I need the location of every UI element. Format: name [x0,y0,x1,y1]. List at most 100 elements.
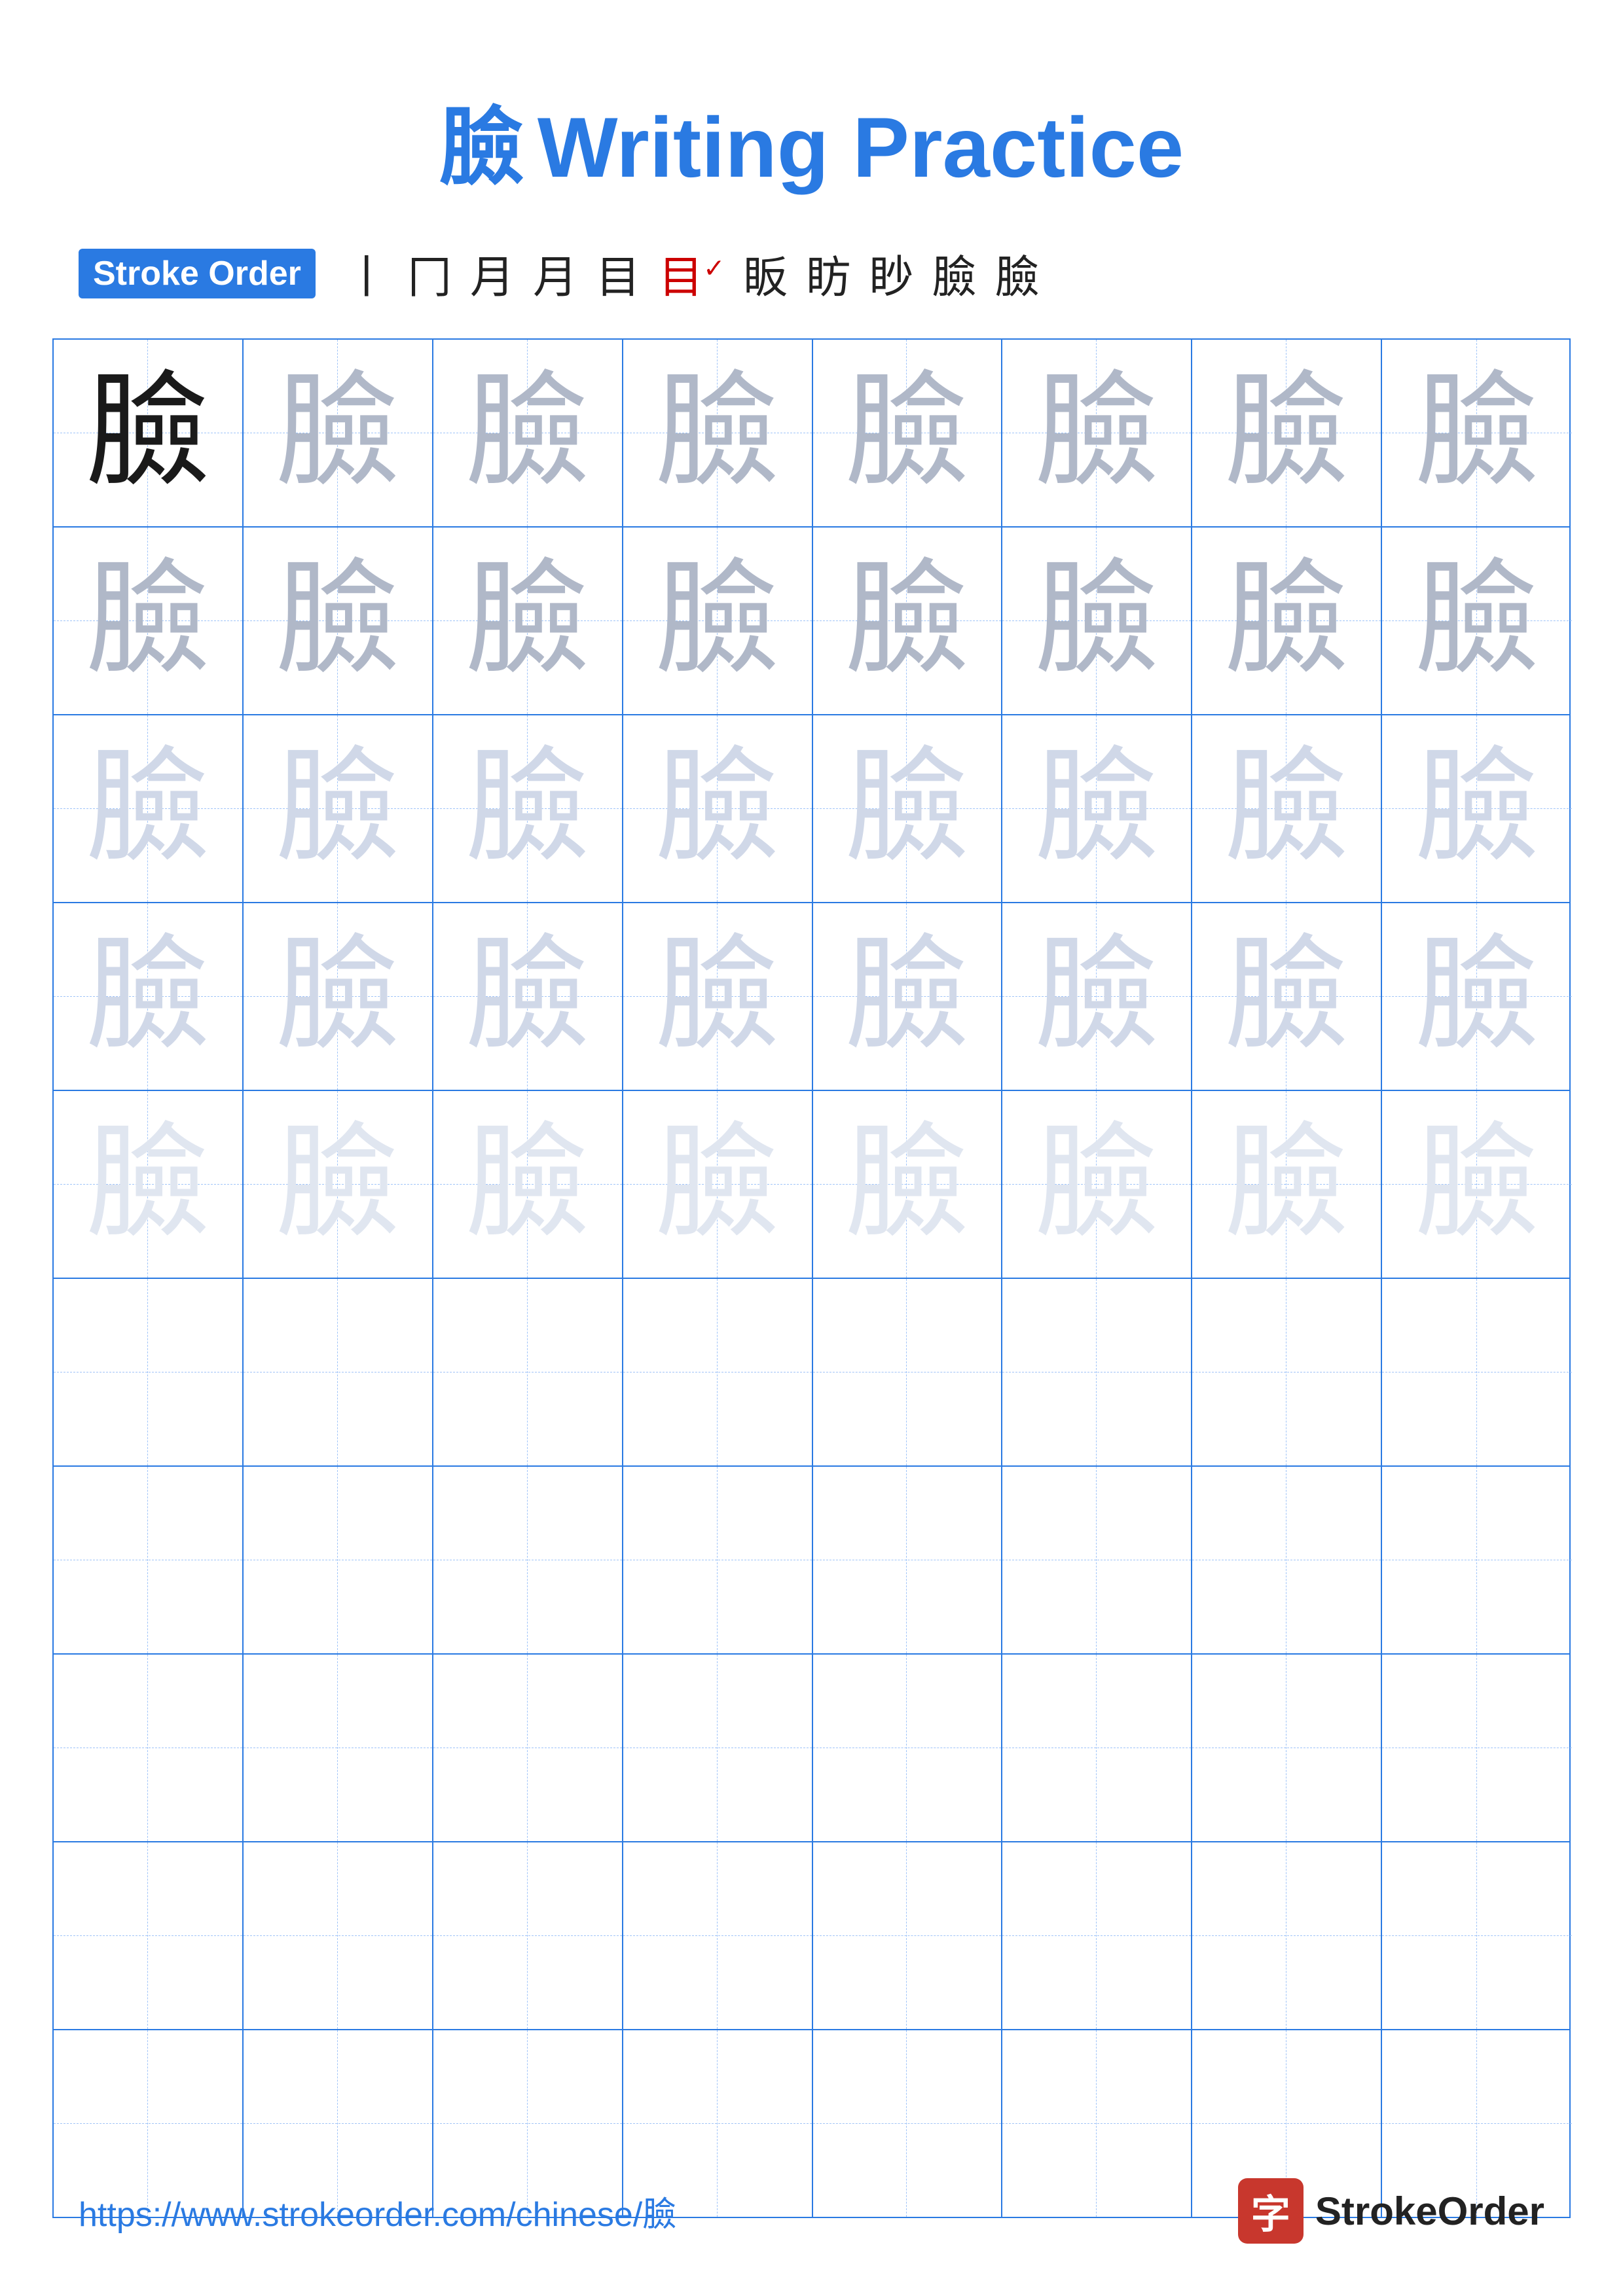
grid-cell-4-8[interactable]: 臉 [1382,903,1572,1090]
grid-cell-9-6[interactable] [1002,1842,1192,2029]
grid-cell-1-2[interactable]: 臉 [244,340,433,526]
grid-cell-6-8[interactable] [1382,1279,1572,1465]
grid-cell-9-4[interactable] [623,1842,813,2029]
practice-char: 臉 [1002,903,1191,1090]
grid-cell-4-3[interactable]: 臉 [433,903,623,1090]
grid-cell-6-2[interactable] [244,1279,433,1465]
practice-char: 臉 [1192,528,1381,714]
grid-cell-7-4[interactable] [623,1467,813,1653]
grid-cell-6-7[interactable] [1192,1279,1382,1465]
practice-char: 臉 [1192,903,1381,1090]
grid-cell-2-7[interactable]: 臉 [1192,528,1382,714]
grid-cell-1-3[interactable]: 臉 [433,340,623,526]
grid-cell-4-1[interactable]: 臉 [54,903,244,1090]
grid-cell-4-7[interactable]: 臉 [1192,903,1382,1090]
grid-cell-6-6[interactable] [1002,1279,1192,1465]
practice-char: 臉 [433,528,622,714]
grid-cell-5-1[interactable]: 臉 [54,1091,244,1278]
grid-cell-2-2[interactable]: 臉 [244,528,433,714]
grid-cell-9-3[interactable] [433,1842,623,2029]
grid-cell-7-5[interactable] [813,1467,1003,1653]
practice-char: 臉 [1002,340,1191,526]
grid-cell-4-5[interactable]: 臉 [813,903,1003,1090]
grid-cell-8-4[interactable] [623,1655,813,1841]
stroke-step-1: 丨 [344,241,389,306]
grid-cell-6-5[interactable] [813,1279,1003,1465]
grid-cell-8-5[interactable] [813,1655,1003,1841]
grid-cell-9-8[interactable] [1382,1842,1572,2029]
practice-char: 臉 [623,715,812,902]
page-title: 臉Writing Practice [0,0,1623,202]
grid-cell-6-3[interactable] [433,1279,623,1465]
grid-cell-3-3[interactable]: 臉 [433,715,623,902]
grid-cell-2-1[interactable]: 臉 [54,528,244,714]
grid-cell-7-6[interactable] [1002,1467,1192,1653]
grid-cell-5-2[interactable]: 臉 [244,1091,433,1278]
practice-char: 臉 [1192,340,1381,526]
grid-cell-6-4[interactable] [623,1279,813,1465]
grid-cell-9-5[interactable] [813,1842,1003,2029]
grid-cell-5-4[interactable]: 臉 [623,1091,813,1278]
grid-cell-2-4[interactable]: 臉 [623,528,813,714]
grid-cell-7-8[interactable] [1382,1467,1572,1653]
practice-char: 臉 [433,903,622,1090]
grid-cell-8-3[interactable] [433,1655,623,1841]
grid-cell-1-5[interactable]: 臉 [813,340,1003,526]
practice-char: 臉 [244,715,432,902]
grid-row-3: 臉 臉 臉 臉 臉 臉 臉 臉 [54,715,1569,903]
grid-cell-4-4[interactable]: 臉 [623,903,813,1090]
grid-cell-2-5[interactable]: 臉 [813,528,1003,714]
grid-cell-3-1[interactable]: 臉 [54,715,244,902]
grid-cell-7-1[interactable] [54,1467,244,1653]
grid-cell-7-7[interactable] [1192,1467,1382,1653]
grid-cell-9-7[interactable] [1192,1842,1382,2029]
stroke-order-badge: Stroke Order [79,249,316,298]
grid-cell-7-3[interactable] [433,1467,623,1653]
practice-char: 臉 [623,1091,812,1278]
stroke-step-10: 臉 [932,241,977,306]
grid-cell-3-7[interactable]: 臉 [1192,715,1382,902]
grid-cell-4-2[interactable]: 臉 [244,903,433,1090]
grid-cell-5-3[interactable]: 臉 [433,1091,623,1278]
grid-row-6 [54,1279,1569,1467]
grid-row-7 [54,1467,1569,1655]
grid-cell-5-8[interactable]: 臉 [1382,1091,1572,1278]
practice-char: 臉 [1002,528,1191,714]
grid-cell-3-5[interactable]: 臉 [813,715,1003,902]
footer-url[interactable]: https://www.strokeorder.com/chinese/臉 [79,2187,676,2236]
grid-row-8 [54,1655,1569,1842]
grid-cell-2-3[interactable]: 臉 [433,528,623,714]
practice-char: 臉 [54,1091,242,1278]
grid-cell-7-2[interactable] [244,1467,433,1653]
grid-cell-5-6[interactable]: 臉 [1002,1091,1192,1278]
grid-cell-2-8[interactable]: 臉 [1382,528,1572,714]
grid-cell-9-1[interactable] [54,1842,244,2029]
grid-cell-3-8[interactable]: 臉 [1382,715,1572,902]
grid-cell-3-2[interactable]: 臉 [244,715,433,902]
practice-char: 臉 [1382,340,1572,526]
grid-cell-5-5[interactable]: 臉 [813,1091,1003,1278]
grid-cell-3-4[interactable]: 臉 [623,715,813,902]
grid-cell-5-7[interactable]: 臉 [1192,1091,1382,1278]
grid-cell-6-1[interactable] [54,1279,244,1465]
practice-char: 臉 [433,340,622,526]
grid-row-4: 臉 臉 臉 臉 臉 臉 臉 臉 [54,903,1569,1091]
grid-cell-3-6[interactable]: 臉 [1002,715,1192,902]
grid-cell-2-6[interactable]: 臉 [1002,528,1192,714]
grid-cell-8-6[interactable] [1002,1655,1192,1841]
grid-cell-8-8[interactable] [1382,1655,1572,1841]
grid-cell-1-6[interactable]: 臉 [1002,340,1192,526]
stroke-step-7: 眅 [744,241,788,306]
practice-char: 臉 [244,903,432,1090]
grid-cell-4-6[interactable]: 臉 [1002,903,1192,1090]
grid-cell-8-1[interactable] [54,1655,244,1841]
grid-cell-8-7[interactable] [1192,1655,1382,1841]
grid-cell-1-8[interactable]: 臉 [1382,340,1572,526]
grid-cell-1-1[interactable]: 臉 [54,340,244,526]
grid-cell-1-7[interactable]: 臉 [1192,340,1382,526]
practice-char: 臉 [813,1091,1002,1278]
grid-cell-8-2[interactable] [244,1655,433,1841]
grid-cell-9-2[interactable] [244,1842,433,2029]
grid-cell-1-4[interactable]: 臉 [623,340,813,526]
practice-char: 臉 [1382,715,1572,902]
